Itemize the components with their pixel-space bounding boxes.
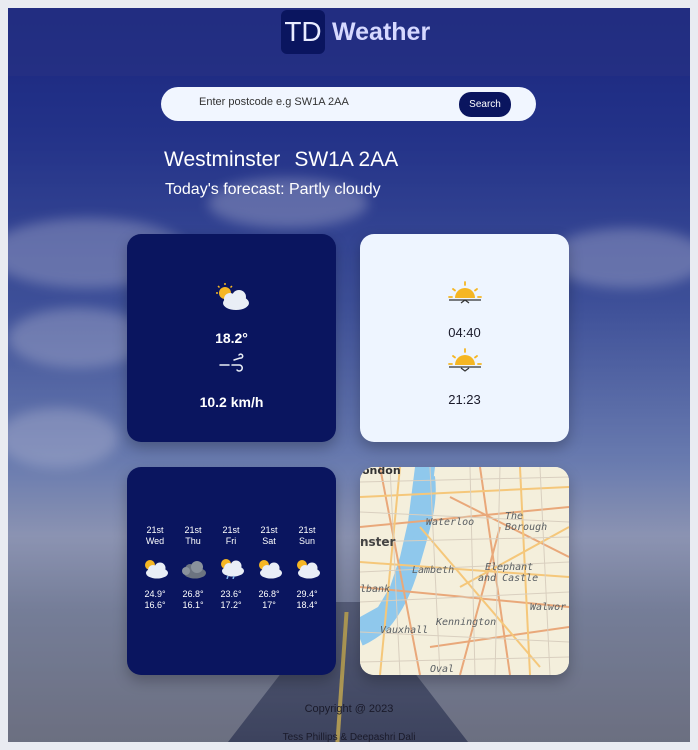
- partly-cloudy-icon: [127, 282, 336, 317]
- forecast-date: 21st: [184, 525, 202, 535]
- authors: Tess Phillips & Deepashri Dali: [282, 732, 416, 742]
- forecast-weekday: Wed: [145, 536, 165, 546]
- temperature: 18.2°: [215, 330, 248, 346]
- copyright: Copyright @ 2023: [304, 703, 394, 715]
- postcode-input[interactable]: [197, 95, 441, 109]
- forecast-day: 21st Wed 24.9° 16.6°: [136, 525, 174, 611]
- search-bar: Search: [161, 87, 536, 121]
- sunrise-time: 04:40: [448, 325, 481, 340]
- location-area: Westminster: [164, 148, 281, 171]
- logo[interactable]: TD: [281, 10, 325, 54]
- sunset-icon: [360, 347, 569, 378]
- map-label: Walwor: [530, 602, 567, 613]
- sun-times-card: 04:40 21:23: [360, 234, 569, 442]
- map-label: lbank: [360, 584, 391, 595]
- forecast-day: 21st Sat 26.8° 17°: [250, 525, 288, 611]
- map-tiles: [360, 467, 569, 675]
- map-label: Elephant: [485, 562, 534, 573]
- forecast-weekday: Fri: [225, 536, 237, 546]
- forecast-high: 29.4°: [296, 589, 318, 599]
- today-weather-card: 18.2° 10.2 km/h: [127, 234, 336, 442]
- forecast-low: 18.4°: [296, 600, 318, 610]
- forecast-high: 23.6°: [220, 589, 242, 599]
- forecast-high: 26.8°: [258, 589, 280, 599]
- forecast-day: 21st Fri 23.6° 17.2°: [212, 525, 250, 611]
- map-label: and Castle: [478, 573, 539, 584]
- forecast-high: 24.9°: [144, 589, 166, 599]
- location-map[interactable]: ondon Waterloo The Borough Lambeth Eleph…: [360, 467, 569, 675]
- map-label: ondon: [362, 467, 401, 477]
- partly-cloudy-icon: [250, 557, 288, 581]
- location-postcode: SW1A 2AA: [294, 148, 399, 171]
- location-heading: Westminster SW1A 2AA: [164, 148, 412, 172]
- map-label: nster: [360, 535, 396, 549]
- forecast-day: 21st Sun 29.4° 18.4°: [288, 525, 326, 611]
- cloudy-icon: [174, 557, 212, 581]
- forecast-low: 17°: [262, 600, 276, 610]
- map-label: Waterloo: [426, 517, 475, 528]
- forecast-weekday: Sun: [298, 536, 315, 546]
- wind-speed: 10.2 km/h: [199, 394, 264, 410]
- forecast-date: 21st: [222, 525, 240, 535]
- forecast-date: 21st: [298, 525, 316, 535]
- map-label: Vauxhall: [380, 625, 429, 636]
- map-label: The Borough: [505, 511, 548, 533]
- search-button[interactable]: Search: [459, 92, 511, 117]
- map-label: Oval: [430, 664, 455, 675]
- forecast-weekday: Sat: [262, 536, 276, 546]
- forecast-date: 21st: [260, 525, 278, 535]
- weekly-forecast-card: 21st Wed 24.9° 16.6° 21st Thu 26.8° 16.1…: [127, 467, 336, 675]
- forecast-low: 16.1°: [182, 600, 204, 610]
- partly-cloudy-icon: [136, 557, 174, 581]
- forecast-summary: Today's forecast: Partly cloudy: [165, 181, 381, 198]
- map-label: Kennington: [436, 617, 497, 628]
- forecast-weekday: Thu: [185, 536, 201, 546]
- forecast-low: 17.2°: [220, 600, 242, 610]
- sunrise-icon: [360, 280, 569, 311]
- sunset-time: 21:23: [448, 392, 481, 407]
- partly-cloudy-rain-icon: [212, 557, 250, 581]
- forecast-day: 21st Thu 26.8° 16.1°: [174, 525, 212, 611]
- page: TD Weather Search Westminster SW1A 2AA To…: [8, 8, 690, 742]
- app-title: Weather: [332, 18, 431, 46]
- header: TD Weather: [8, 8, 690, 76]
- wind-icon: [127, 352, 336, 379]
- forecast-high: 26.8°: [182, 589, 204, 599]
- forecast-low: 16.6°: [144, 600, 166, 610]
- partly-cloudy-icon: [288, 557, 326, 581]
- map-label: Lambeth: [412, 565, 455, 576]
- forecast-date: 21st: [146, 525, 164, 535]
